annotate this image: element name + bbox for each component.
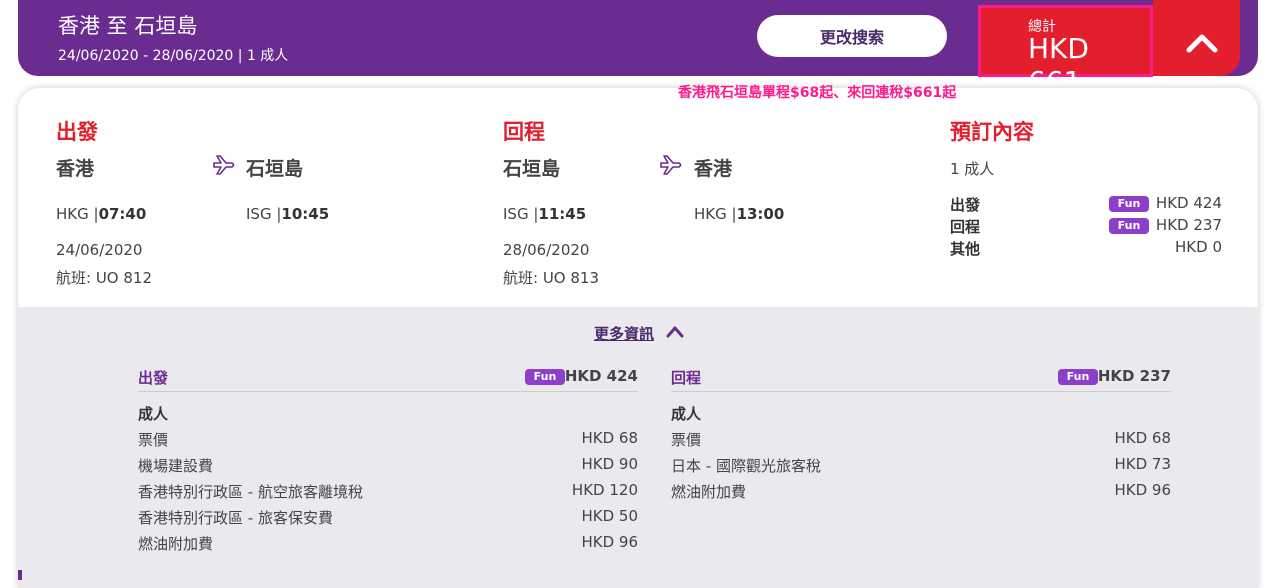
booking-row-amount: HKD 424 (1155, 194, 1222, 212)
return-origin-code: ISG | (503, 205, 539, 223)
more-info-panel: 更多資訊 出發 Fun HKD 424 成人 票價 HKD 68 機場建設費 H… (18, 307, 1258, 588)
fee-amount: HKD 96 (1114, 481, 1171, 499)
change-search-button[interactable]: 更改搜索 (757, 15, 947, 57)
departure-title: 出發 (56, 120, 98, 144)
departure-date: 24/06/2020 (56, 241, 143, 259)
outbound-breakdown-amount: HKD 424 (564, 367, 638, 385)
departure-destination-code: ISG | (246, 205, 282, 223)
booking-summary-title: 預訂內容 (950, 120, 1034, 144)
fee-name: 日本 - 國際觀光旅客稅 (671, 457, 821, 475)
fun-fare-badge: Fun (525, 369, 565, 385)
departure-destination-time-value: 10:45 (281, 205, 330, 223)
departure-flight-number: 航班: UO 812 (56, 269, 153, 287)
plane-icon (213, 155, 235, 175)
return-origin-time: ISG |11:45 (503, 205, 586, 223)
itinerary-card: 出發 香港 石垣島 HKG |07:40 ISG |10:45 24/06/20… (18, 88, 1258, 588)
fee-name: 機場建設費 (138, 457, 214, 475)
fun-fare-badge: Fun (1109, 218, 1149, 234)
inbound-fare-breakdown: 回程 Fun HKD 237 成人 票價 HKD 68 日本 - 國際觀光旅客稅… (671, 365, 1171, 501)
return-from-city: 石垣島 (503, 158, 561, 180)
plane-icon (660, 155, 682, 175)
booking-row-amount: HKD 237 (1155, 216, 1222, 234)
fun-fare-badge: Fun (1109, 196, 1149, 212)
fee-amount: HKD 68 (581, 429, 638, 447)
page-edge-accent (18, 570, 22, 580)
outbound-breakdown-header: 出發 Fun HKD 424 (138, 365, 638, 392)
return-to-city: 香港 (694, 158, 733, 180)
return-title: 回程 (503, 120, 545, 144)
booking-row-label: 其他 (950, 240, 981, 258)
outbound-fare-breakdown: 出發 Fun HKD 424 成人 票價 HKD 68 機場建設費 HKD 90… (138, 365, 638, 553)
departure-from-city: 香港 (56, 158, 95, 180)
return-date: 28/06/2020 (503, 241, 590, 259)
inbound-breakdown-header: 回程 Fun HKD 237 (671, 365, 1171, 392)
fee-name: 燃油附加費 (138, 535, 214, 553)
return-destination-code: HKG | (694, 205, 737, 223)
inbound-breakdown-title: 回程 (671, 369, 702, 387)
fee-amount: HKD 96 (581, 533, 638, 551)
route-title: 香港 至 石垣島 (58, 14, 198, 38)
fee-name: 香港特別行政區 - 航空旅客離境稅 (138, 483, 363, 501)
departure-origin-time-value: 07:40 (98, 205, 147, 223)
fee-amount: HKD 68 (1114, 429, 1171, 447)
booking-row-label: 出發 (950, 196, 981, 214)
departure-origin-code: HKG | (56, 205, 99, 223)
booking-row-other: 其他 HKD 0 (950, 238, 1222, 260)
return-destination-time-value: 13:00 (736, 205, 785, 223)
booking-row-departure: 出發 Fun HKD 424 (950, 194, 1222, 216)
chevron-up-icon[interactable] (666, 324, 684, 338)
booking-row-return: 回程 Fun HKD 237 (950, 216, 1222, 238)
outbound-breakdown-title: 出發 (138, 369, 169, 387)
outbound-pax-type: 成人 (138, 405, 169, 423)
return-flight-number: 航班: UO 813 (503, 269, 600, 287)
booking-row-label: 回程 (950, 218, 981, 236)
inbound-pax-type: 成人 (671, 405, 702, 423)
trip-dates-passengers: 24/06/2020 - 28/06/2020 | 1 成人 (58, 48, 289, 64)
booking-row-amount: HKD 0 (1175, 238, 1222, 256)
chevron-up-icon[interactable] (1185, 32, 1219, 54)
fee-name: 燃油附加費 (671, 483, 747, 501)
fee-name: 票價 (671, 431, 702, 449)
total-price-box: 總計 HKD 661 (978, 5, 1153, 98)
inbound-breakdown-amount: HKD 237 (1097, 367, 1171, 385)
departure-to-city: 石垣島 (246, 158, 304, 180)
return-origin-time-value: 11:45 (538, 205, 587, 223)
departure-origin-time: HKG |07:40 (56, 205, 146, 223)
fee-name: 香港特別行政區 - 旅客保安費 (138, 509, 333, 527)
fee-amount: HKD 120 (571, 481, 638, 499)
booking-passengers: 1 成人 (950, 160, 995, 178)
fee-name: 票價 (138, 431, 169, 449)
fee-amount: HKD 73 (1114, 455, 1171, 473)
fun-fare-badge: Fun (1058, 369, 1098, 385)
departure-destination-time: ISG |10:45 (246, 205, 329, 223)
fee-amount: HKD 90 (581, 455, 638, 473)
return-destination-time: HKG |13:00 (694, 205, 784, 223)
fee-amount: HKD 50 (581, 507, 638, 525)
promo-annotation: 香港飛石垣島單程$68起、來回連稅$661起 (678, 85, 957, 101)
more-info-link[interactable]: 更多資訊 (594, 323, 654, 344)
